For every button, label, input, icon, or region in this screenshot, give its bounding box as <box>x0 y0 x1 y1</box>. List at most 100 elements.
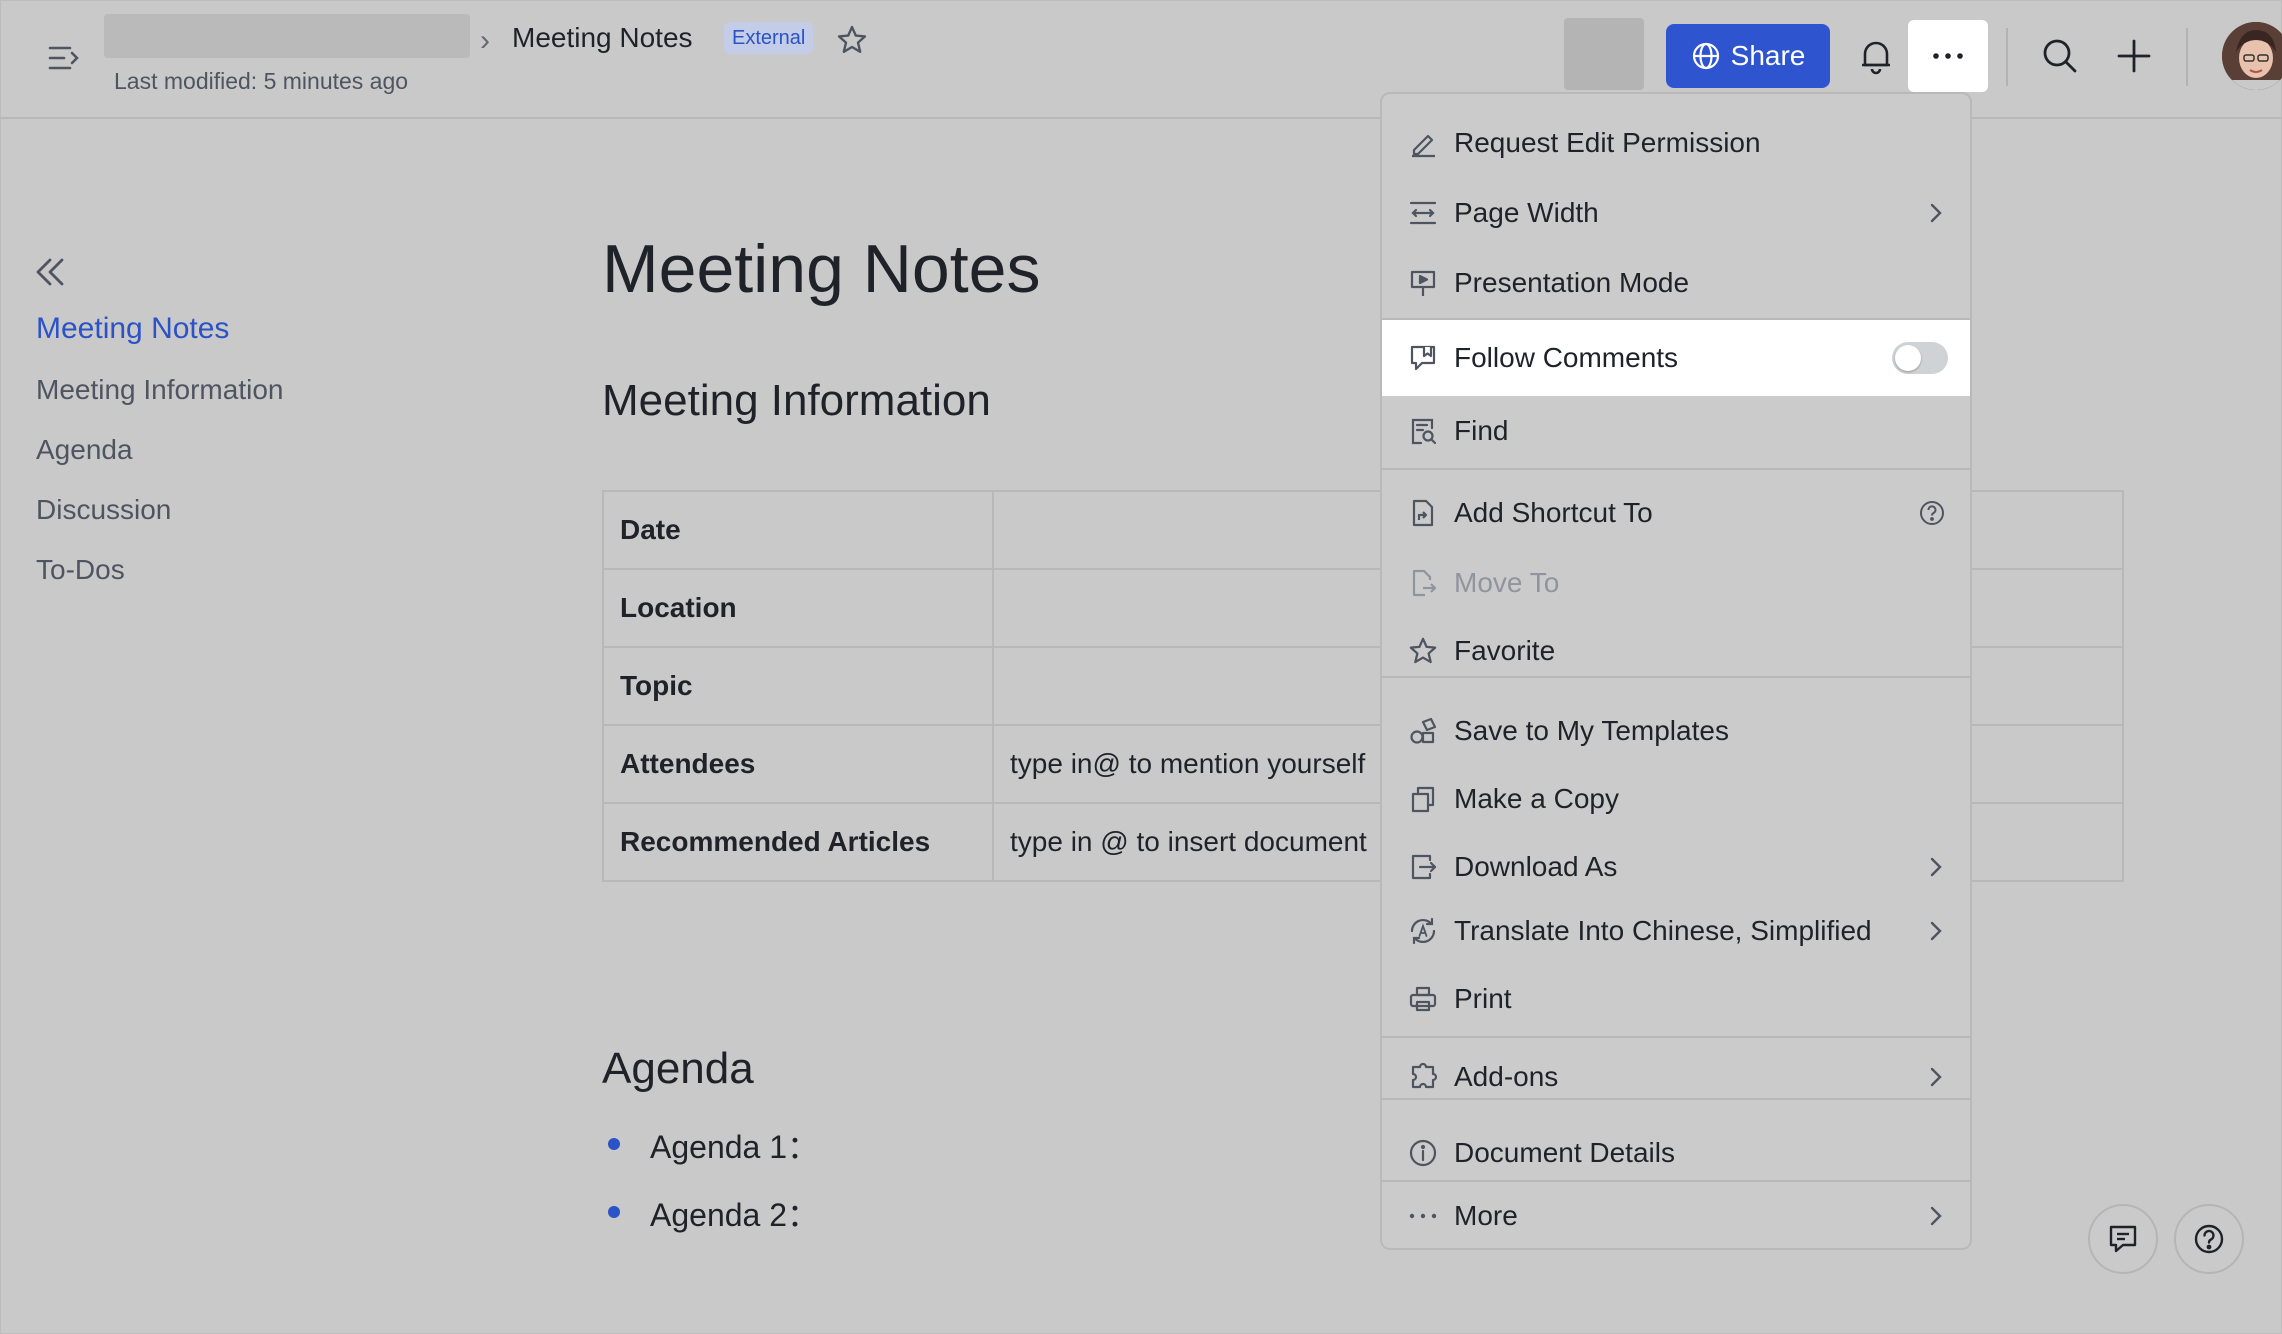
breadcrumb-separator: › <box>480 24 490 57</box>
help-circle-icon[interactable] <box>1918 499 1946 527</box>
menu-item-label: Presentation Mode <box>1454 267 1690 298</box>
heading-agenda[interactable]: Agenda <box>602 1044 754 1094</box>
comment-list-icon <box>2106 1222 2140 1256</box>
presentation-icon <box>1406 266 1440 300</box>
divider <box>2006 28 2008 86</box>
find-icon <box>1406 414 1440 448</box>
more-icon <box>1406 1199 1440 1233</box>
help-button[interactable] <box>2174 1204 2244 1274</box>
template-icon <box>1406 714 1440 748</box>
print-icon <box>1406 982 1440 1016</box>
create-plus-icon[interactable] <box>2114 36 2154 76</box>
menu-divider <box>1382 1036 1970 1038</box>
menu-item-print[interactable]: Print <box>1382 964 1970 1034</box>
menu-item-save-to-my-templates[interactable]: Save to My Templates <box>1382 696 1970 766</box>
more-options-menu: Request Edit Permission Page Width Prese… <box>1380 92 1972 1250</box>
chevron-right-icon <box>1922 199 1950 227</box>
table-cell-key[interactable]: Attendees <box>602 724 994 804</box>
outline-item-meeting-notes[interactable]: Meeting Notes <box>36 312 229 346</box>
bullet-dot <box>608 1206 620 1218</box>
menu-item-label: Make a Copy <box>1454 783 1619 814</box>
menu-item-follow-comments[interactable]: Follow Comments <box>1382 320 1970 396</box>
last-modified-text: Last modified: 5 minutes ago <box>114 68 409 94</box>
menu-item-label: Request Edit Permission <box>1454 127 1761 158</box>
bullet-dot <box>608 1138 620 1150</box>
edit-icon <box>1406 126 1440 160</box>
info-icon <box>1406 1136 1440 1170</box>
outline-item-agenda[interactable]: Agenda <box>36 434 133 466</box>
collapse-outline-icon[interactable] <box>32 254 68 290</box>
menu-item-document-details[interactable]: Document Details <box>1382 1118 1970 1188</box>
menu-item-label: Page Width <box>1454 197 1599 228</box>
menu-item-label: Document Details <box>1454 1137 1675 1168</box>
outline-item-to-dos[interactable]: To-Dos <box>36 554 125 586</box>
menu-item-label: Find <box>1454 415 1509 446</box>
search-icon[interactable] <box>2040 36 2080 76</box>
menu-item-page-width[interactable]: Page Width <box>1382 178 1970 248</box>
help-icon <box>2192 1222 2226 1256</box>
menu-item-request-edit-permission[interactable]: Request Edit Permission <box>1382 108 1970 178</box>
menu-item-label: Add-ons <box>1454 1061 1559 1092</box>
menu-item-label: Print <box>1454 983 1512 1014</box>
menu-expand-icon[interactable] <box>46 40 82 76</box>
menu-item-add-ons[interactable]: Add-ons <box>1382 1042 1970 1112</box>
agenda-item[interactable]: Agenda 2： <box>650 1190 819 1236</box>
chevron-right-icon <box>1922 1202 1950 1230</box>
follow-comments-toggle[interactable] <box>1892 342 1948 374</box>
menu-item-label: Add Shortcut To <box>1454 497 1653 528</box>
chevron-right-icon <box>1922 853 1950 881</box>
menu-item-translate[interactable]: Translate Into Chinese, Simplified <box>1382 896 1970 966</box>
menu-item-add-shortcut-to[interactable]: Add Shortcut To <box>1382 478 1970 548</box>
menu-item-label: Translate Into Chinese, Simplified <box>1454 915 1872 946</box>
user-avatar[interactable] <box>2222 22 2282 90</box>
chevron-right-icon <box>1922 1063 1950 1091</box>
menu-divider <box>1382 1098 1970 1100</box>
menu-item-presentation-mode[interactable]: Presentation Mode <box>1382 248 1970 318</box>
copy-icon <box>1406 782 1440 816</box>
menu-item-label: Follow Comments <box>1454 342 1679 373</box>
agenda-item[interactable]: Agenda 1： <box>650 1122 819 1168</box>
menu-divider <box>1382 676 1970 678</box>
table-cell-key[interactable]: Location <box>602 568 994 648</box>
addons-icon <box>1406 1060 1440 1094</box>
table-cell-key[interactable]: Topic <box>602 646 994 726</box>
notification-bell-icon[interactable] <box>1856 36 1896 76</box>
breadcrumb-doc-title[interactable]: Meeting Notes <box>512 22 693 54</box>
divider <box>2186 28 2188 86</box>
chevron-right-icon <box>1922 917 1950 945</box>
share-label: Share <box>1730 40 1806 71</box>
star-icon <box>1406 634 1440 668</box>
move-icon <box>1406 566 1440 600</box>
page-width-icon <box>1406 196 1440 230</box>
share-button[interactable]: Share <box>1666 24 1830 88</box>
external-badge: External <box>724 22 814 54</box>
menu-item-label: Save to My Templates <box>1454 715 1729 746</box>
outline-item-discussion[interactable]: Discussion <box>36 494 171 526</box>
more-options-button[interactable] <box>1908 20 1988 92</box>
collaborator-avatar[interactable] <box>1564 18 1644 90</box>
heading-meeting-information[interactable]: Meeting Information <box>602 376 991 426</box>
translate-icon <box>1406 914 1440 948</box>
table-cell-key[interactable]: Date <box>602 490 994 570</box>
shortcut-icon <box>1406 496 1440 530</box>
menu-item-label: Favorite <box>1454 635 1556 666</box>
menu-item-label: More <box>1454 1200 1518 1231</box>
menu-item-label: Download As <box>1454 851 1618 882</box>
comments-panel-button[interactable] <box>2088 1204 2158 1274</box>
menu-item-move-to: Move To <box>1382 548 1970 618</box>
outline-item-meeting-information[interactable]: Meeting Information <box>36 374 283 406</box>
globe-icon <box>1691 41 1721 71</box>
menu-item-make-a-copy[interactable]: Make a Copy <box>1382 764 1970 834</box>
menu-item-download-as[interactable]: Download As <box>1382 832 1970 902</box>
breadcrumb-parent[interactable] <box>104 14 470 58</box>
menu-item-label: Move To <box>1454 567 1560 598</box>
menu-item-find[interactable]: Find <box>1382 396 1970 466</box>
menu-item-more[interactable]: More <box>1382 1182 1970 1248</box>
document-title[interactable]: Meeting Notes <box>602 230 1040 308</box>
favorite-star-icon[interactable] <box>836 24 868 56</box>
follow-comments-icon <box>1406 341 1440 375</box>
ellipsis-icon <box>1933 53 1963 59</box>
table-cell-key[interactable]: Recommended Articles <box>602 802 994 882</box>
menu-divider <box>1382 468 1970 470</box>
download-icon <box>1406 850 1440 884</box>
